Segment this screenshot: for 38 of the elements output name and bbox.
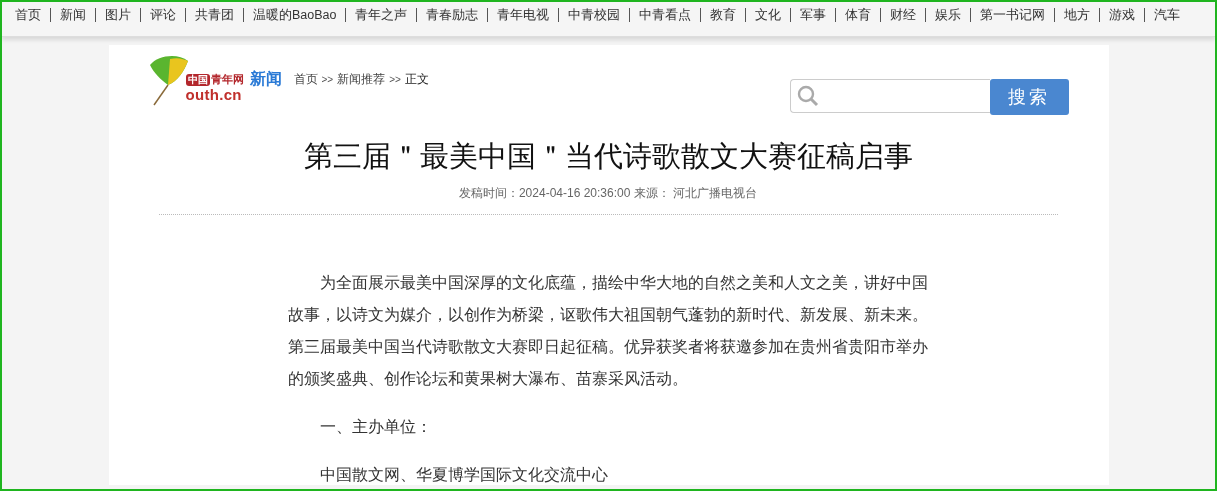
nav-link[interactable]: 文化 — [745, 8, 791, 22]
nav-link[interactable]: 评论 — [140, 8, 185, 22]
channel-title: 新闻 — [249, 69, 282, 89]
nav-link[interactable]: 青年之声 — [345, 8, 417, 22]
nav-link[interactable]: 游戏 — [1099, 8, 1145, 22]
nav-link[interactable]: 青年电视 — [487, 8, 559, 22]
nav-link[interactable]: 第一书记网 — [970, 8, 1055, 22]
nav-link[interactable]: 军事 — [790, 8, 836, 22]
article-paragraph: 为全面展示最美中国深厚的文化底蕴，描绘中华大地的自然之美和人文之美，讲好中国故事，以诗文为媒介，以创作为桥梁，讴歌伟大祖国朝气蓬勃的新时代、新发展、新未来。第三届最美中国当代诗歌散文大赛即日起征稿。优异获奖者将获邀参加在贵州省贵阳市举办的颁奖盛典、创作论坛和黄果树大瀑布、苗寨采风活动。 — [288, 273, 928, 389]
nav-link[interactable]: 图片 — [95, 8, 140, 22]
breadcrumb-separator: >> — [389, 74, 401, 85]
logo-badge: 中国 — [185, 73, 210, 86]
nav-link[interactable]: 青春励志 — [416, 8, 488, 22]
nav-link[interactable]: 首页 — [6, 8, 50, 22]
search-button[interactable]: 搜索 — [989, 79, 1069, 115]
nav-link[interactable]: 温暖的BaoBao — [243, 8, 346, 22]
nav-link[interactable]: 汽车 — [1144, 8, 1190, 22]
nav-link[interactable]: 地方 — [1054, 8, 1100, 22]
search-field[interactable] — [789, 79, 990, 113]
breadcrumb-separator: >> — [321, 74, 334, 85]
logo-text: 青年网 — [210, 72, 244, 87]
article-paragraph: 一、主办单位： — [319, 417, 433, 437]
nav-link[interactable]: 中青看点 — [629, 8, 701, 22]
breadcrumb-link[interactable]: 新闻推荐 — [337, 71, 386, 88]
article-paragraph: 中国散文网、华夏博学国际文化交流中心 — [319, 465, 609, 485]
nav-link[interactable]: 教育 — [700, 8, 746, 22]
nav-link[interactable]: 共青团 — [185, 8, 243, 22]
nav-link[interactable]: 体育 — [835, 8, 881, 22]
breadcrumb-link[interactable]: 首页 — [293, 71, 318, 88]
search-icon — [796, 85, 819, 107]
logo-domain: outh.cn — [185, 87, 243, 103]
nav-link[interactable]: 财经 — [880, 8, 926, 22]
breadcrumb-current: 正文 — [404, 71, 429, 88]
nav-link[interactable]: 新闻 — [50, 8, 95, 22]
article-title: 第三届＂最美中国＂当代诗歌散文大赛征稿启事 — [303, 139, 913, 174]
nav-link[interactable]: 娱乐 — [925, 8, 971, 22]
article-meta: 发稿时间：2024-04-16 20:36:00 来源： 河北广播电视台 — [458, 185, 758, 202]
nav-link[interactable]: 中青校园 — [558, 8, 630, 22]
